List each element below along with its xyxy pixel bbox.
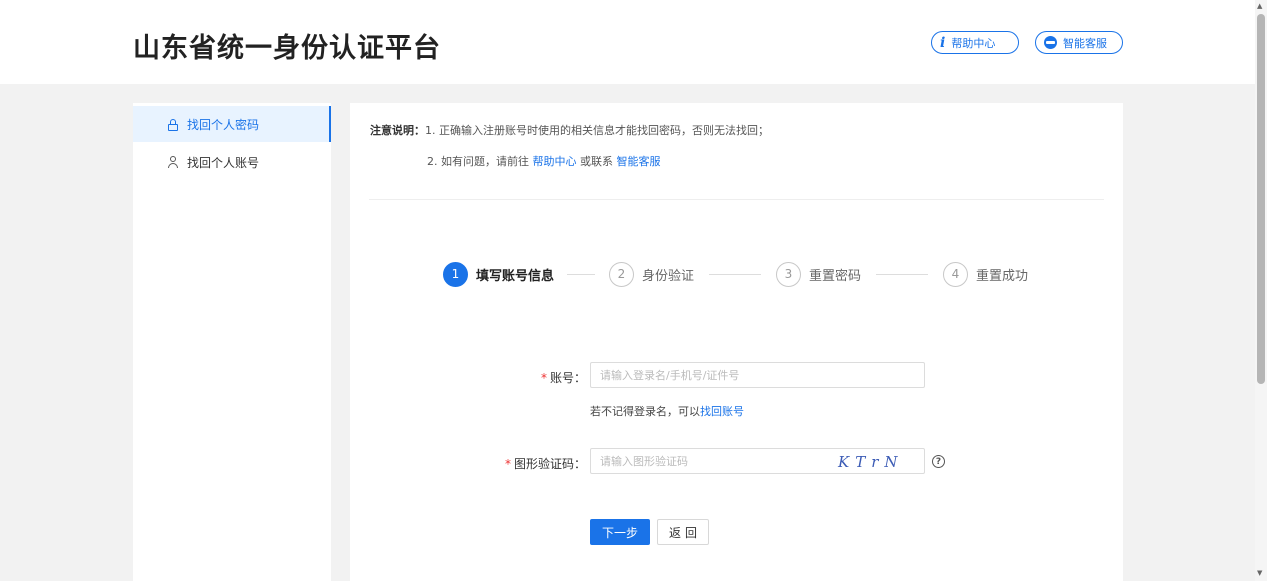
customer-service-icon	[1044, 36, 1057, 49]
captcha-image[interactable]: KTrN	[838, 453, 902, 473]
help-center-link[interactable]: 帮助中心	[533, 155, 577, 168]
step-4: 4 重置成功	[943, 261, 1028, 287]
sidebar-item-label: 找回个人账号	[187, 155, 260, 170]
notice-text-1: 1. 正确输入注册账号时使用的相关信息才能找回密码，否则无法找回；	[425, 124, 769, 137]
required-mark: *	[540, 371, 547, 385]
customer-service-link[interactable]: 智能客服	[617, 155, 661, 168]
account-input[interactable]	[590, 362, 925, 388]
scrollbar-thumb[interactable]	[1257, 14, 1265, 384]
info-icon: i	[940, 34, 946, 51]
divider	[369, 199, 1104, 200]
step-connector	[876, 274, 928, 275]
step-connector	[709, 274, 761, 275]
notice-line-2: 2. 如有问题，请前往 帮助中心 或联系 智能客服	[427, 153, 661, 169]
scroll-down-icon[interactable]: ▼	[1257, 569, 1262, 577]
step-label: 重置密码	[809, 268, 862, 284]
main-panel: 注意说明：1. 正确输入注册账号时使用的相关信息才能找回密码，否则无法找回； 2…	[350, 103, 1123, 581]
lock-icon	[167, 118, 178, 131]
notice-line-1: 注意说明：1. 正确输入注册账号时使用的相关信息才能找回密码，否则无法找回；	[370, 124, 769, 138]
back-button[interactable]: 返回	[657, 519, 709, 545]
step-number: 2	[609, 261, 634, 287]
sidebar-item-recover-password[interactable]: 找回个人密码	[133, 106, 331, 142]
forgot-username-hint: 若不记得登录名，可以找回账号	[590, 405, 744, 418]
step-number: 4	[943, 261, 968, 287]
recover-account-link[interactable]: 找回账号	[700, 405, 744, 418]
step-number: 1	[443, 261, 468, 287]
step-3: 3 重置密码	[776, 261, 861, 287]
help-center-label: 帮助中心	[951, 36, 996, 50]
next-step-button[interactable]: 下一步	[590, 519, 650, 545]
required-mark: *	[504, 457, 511, 471]
captcha-label: * 图形验证码：	[504, 457, 586, 471]
step-label: 身份验证	[642, 268, 695, 284]
scroll-up-icon[interactable]: ▲	[1257, 2, 1262, 10]
user-icon	[167, 156, 178, 168]
progress-steps: 1 填写账号信息 2 身份验证 3 重置密码 4 重置成功	[350, 261, 1123, 289]
step-connector	[567, 274, 595, 275]
customer-service-button[interactable]: 智能客服	[1035, 31, 1123, 54]
notice-text-2-middle: 或联系	[580, 155, 613, 168]
account-label: * 账号：	[540, 371, 586, 385]
sidebar-item-label: 找回个人密码	[187, 117, 260, 132]
platform-title: 山东省统一身份认证平台	[133, 33, 441, 64]
notice-text-2-prefix: 2. 如有问题，请前往	[427, 155, 529, 168]
header: 山东省统一身份认证平台 i 帮助中心 智能客服	[0, 0, 1255, 84]
customer-service-label: 智能客服	[1063, 36, 1107, 50]
step-label: 填写账号信息	[476, 268, 555, 284]
question-icon[interactable]: ?	[932, 455, 945, 468]
step-1: 1 填写账号信息	[443, 261, 554, 287]
step-number: 3	[776, 261, 801, 287]
vertical-scrollbar[interactable]: ▲ ▼	[1255, 0, 1267, 581]
sidebar: 找回个人密码 找回个人账号	[133, 103, 331, 581]
step-label: 重置成功	[976, 268, 1029, 284]
help-center-button[interactable]: i 帮助中心	[931, 31, 1019, 54]
sidebar-item-recover-account[interactable]: 找回个人账号	[133, 144, 331, 180]
step-2: 2 身份验证	[609, 261, 694, 287]
notice-label: 注意说明：	[370, 124, 425, 137]
